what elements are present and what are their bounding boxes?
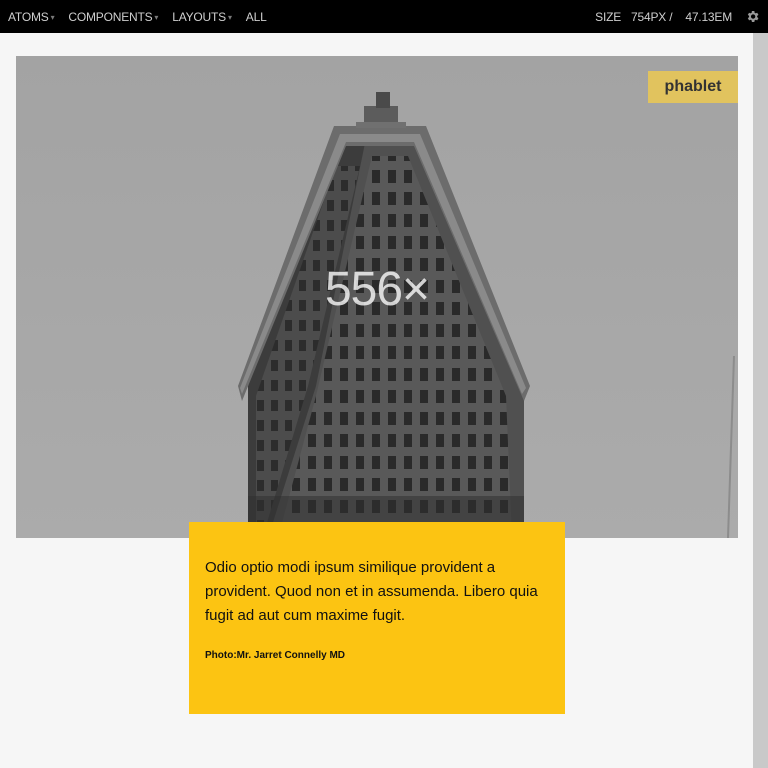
nav-all-label: ALL — [245, 9, 267, 24]
size-em-value[interactable]: 47.13EM — [685, 10, 732, 24]
nav-atoms-label: ATOMS — [8, 9, 49, 24]
caption-text: Odio optio modi ipsum similique providen… — [205, 559, 538, 624]
caption-card: Odio optio modi ipsum similique providen… — [189, 522, 565, 714]
scrollbar-thumb[interactable] — [753, 33, 768, 768]
chevron-down-icon: ▾ — [50, 12, 55, 22]
viewport-size-readout: SIZE 754PX / 47.13EM — [595, 0, 732, 33]
size-px-value[interactable]: 754PX / — [631, 10, 673, 24]
hero-image: 556× phablet — [16, 56, 738, 538]
nav-layouts[interactable]: LAYOUTS ▾ — [172, 10, 232, 24]
nav-components[interactable]: COMPONENTS ▾ — [68, 10, 158, 24]
pattern-lab-toolbar: ATOMS ▾ COMPONENTS ▾ LAYOUTS ▾ ALL SIZE … — [0, 0, 768, 33]
chevron-down-icon: ▾ — [154, 12, 159, 22]
photo-credit: Photo:Mr. Jarret Connelly MD — [205, 650, 346, 661]
breakpoint-badge: phablet — [648, 71, 738, 103]
nav-atoms[interactable]: ATOMS ▾ — [8, 9, 55, 24]
pattern-viewport: 556× phablet Odio optio modi ipsum simil… — [0, 33, 753, 768]
main-nav: ATOMS ▾ COMPONENTS ▾ LAYOUTS ▾ ALL — [8, 0, 281, 33]
nav-components-label: COMPONENTS — [68, 9, 153, 24]
nav-all[interactable]: ALL — [246, 10, 267, 24]
vertical-scrollbar[interactable] — [753, 33, 768, 768]
image-placeholder-label: 556× — [324, 263, 430, 316]
gear-icon[interactable] — [745, 9, 760, 24]
size-label: SIZE — [595, 9, 622, 24]
chevron-down-icon: ▾ — [227, 12, 232, 22]
nav-layouts-label: LAYOUTS — [172, 9, 226, 24]
